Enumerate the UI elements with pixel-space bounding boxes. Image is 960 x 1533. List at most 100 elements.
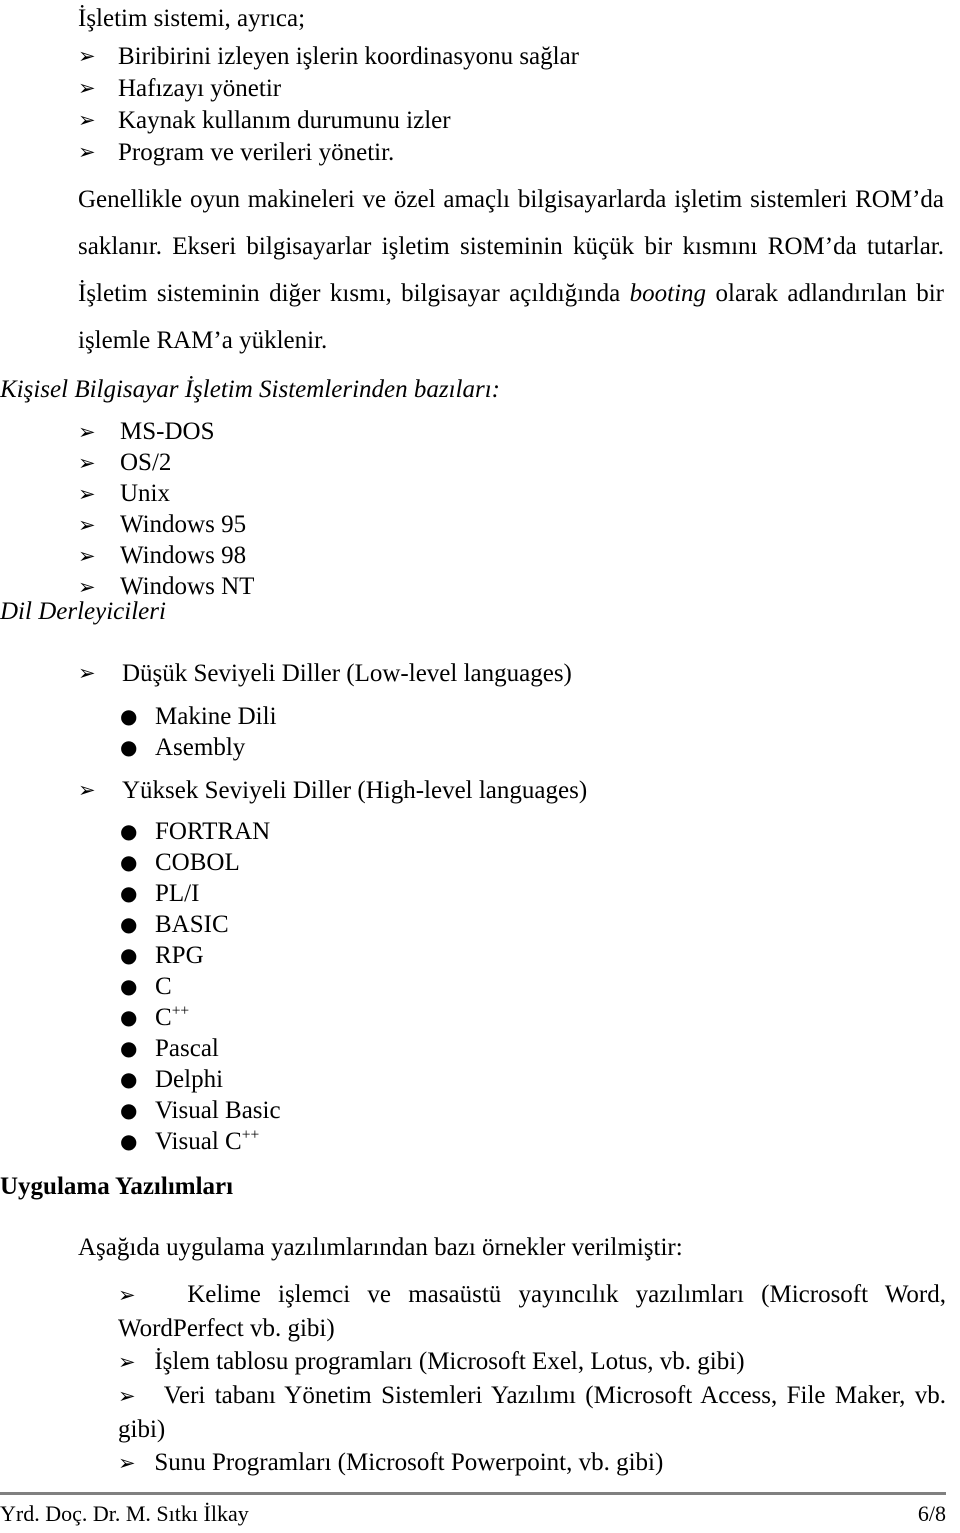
low-level-items: ● Makine Dili ● Asembly [78,701,778,763]
arrow-bullet-icon: ➢ [78,451,96,475]
dot-bullet-icon: ● [120,735,138,759]
arrow-bullet-icon: ➢ [78,108,96,132]
application-software-item: ➢ Kelime işlemci ve masaüstü yayıncılık … [118,1278,946,1345]
arrow-bullet-icon: ➢ [118,1451,136,1475]
high-level-item-label: COBOL [155,849,240,876]
high-level-item: ● Delphi [78,1064,778,1095]
dot-bullet-icon: ● [120,850,138,874]
footer-author: Yrd. Doç. Dr. M. Sıtkı İlkay [0,1501,249,1526]
dot-bullet-icon: ● [120,881,138,905]
application-software-item-label: Veri tabanı Yönetim Sistemleri Yazılımı … [118,1382,946,1443]
dot-bullet-icon: ● [120,912,138,936]
dot-bullet-icon: ● [120,974,138,998]
high-level-item-label: Visual Basic [155,1097,281,1124]
os-name-item-label: OS/2 [120,449,172,476]
high-level-item: ● COBOL [78,847,778,878]
compilers-heading: Dil Derleyicileri [0,598,166,625]
dot-bullet-icon: ● [120,819,138,843]
os-functions-list: ➢ Biribirini izleyen işlerin koordinasyon… [78,41,938,169]
footer-divider [0,1492,946,1495]
os-name-item: ➢ OS/2 [78,448,678,479]
compilers-block: ➢ Düşük Seviyeli Diller (Low-level langu… [78,658,778,1157]
application-software-list: ➢ Kelime işlemci ve masaüstü yayıncılık … [118,1278,946,1480]
high-level-item: ● Visual Basic [78,1095,778,1126]
application-software-item: ➢ İşlem tablosu programları (Microsoft E… [118,1345,946,1379]
application-software-item-label: İşlem tablosu programları (Microsoft Exe… [135,1348,745,1375]
dot-bullet-icon: ● [120,1067,138,1091]
low-level-languages-label: Düşük Seviyeli Diller (Low-level languag… [122,660,572,687]
high-level-item-label: C [155,973,172,1000]
low-level-item-label: Makine Dili [155,703,277,730]
dot-bullet-icon: ● [120,1098,138,1122]
application-software-intro: Aşağıda uygulama yazılımlarından bazı ör… [78,1234,683,1261]
application-software-item: ➢ Veri tabanı Yönetim Sistemleri Yazılım… [118,1379,946,1446]
os-name-item: ➢ MS-DOS [78,417,678,448]
arrow-bullet-icon: ➢ [118,1384,136,1408]
high-level-item: ● FORTRAN [78,816,778,847]
arrow-bullet-icon: ➢ [118,1350,136,1374]
os-storage-paragraph: Genellikle oyun makineleri ve özel amaçl… [78,186,944,354]
arrow-bullet-icon: ➢ [118,1283,136,1307]
high-level-languages-row: ➢ Yüksek Seviyeli Diller (High-level lan… [78,775,778,806]
os-function-item: ➢ Kaynak kullanım durumunu izler [78,105,938,136]
dot-bullet-icon: ● [120,1129,138,1153]
arrow-bullet-icon: ➢ [78,661,96,685]
os-function-item-label: Program ve verileri yönetir. [118,139,395,166]
os-names-list: ➢ MS-DOS ➢ OS/2 ➢ Unix ➢ Windows 95 ➢ Windows 98 ➢… [78,417,678,603]
os-name-item-label: Unix [120,480,170,507]
os-function-item: ➢ Biribirini izleyen işlerin koordinasyon… [78,41,938,72]
arrow-bullet-icon: ➢ [78,140,96,164]
arrow-bullet-icon: ➢ [78,76,96,100]
low-level-languages-row: ➢ Düşük Seviyeli Diller (Low-level langu… [78,658,778,689]
high-level-item: ● C++ [78,1002,778,1033]
high-level-item-label: C++ [155,1002,190,1031]
high-level-items: ● FORTRAN ● COBOL ● PL/I ● BASIC ● RPG ● C ● C++ ● Pasc… [78,816,778,1157]
high-level-item-label: Delphi [155,1066,224,1093]
os-function-item-label: Biribirini izleyen işlerin koordinasyonu… [118,43,580,70]
high-level-item-label: PL/I [155,880,200,907]
low-level-item-label: Asembly [155,734,246,761]
high-level-item: ● BASIC [78,909,778,940]
footer-page-number: 6/8 [917,1501,946,1526]
low-level-item: ● Asembly [78,732,778,763]
os-name-item-label: Windows 98 [120,542,247,569]
os-function-item-label: Hafızayı yönetir [118,75,282,102]
booting-term: booting [629,280,707,307]
high-level-item: ● PL/I [78,878,778,909]
superscript: ++ [241,1126,260,1144]
document-page: İşletim sistemi, ayrıca; ➢ Biribirini izl… [0,0,960,1533]
arrow-bullet-icon: ➢ [78,778,96,802]
superscript: ++ [171,1002,190,1020]
high-level-item: ● C [78,971,778,1002]
arrow-bullet-icon: ➢ [78,544,96,568]
os-name-item-label: MS-DOS [120,418,215,445]
arrow-bullet-icon: ➢ [78,44,96,68]
arrow-bullet-icon: ➢ [78,513,96,537]
application-software-item-label: Kelime işlemci ve masaüstü yayıncılık ya… [118,1281,946,1342]
dot-bullet-icon: ● [120,1036,138,1060]
high-level-languages-label: Yüksek Seviyeli Diller (High-level langu… [122,777,588,804]
low-level-item: ● Makine Dili [78,701,778,732]
os-name-item-label: Windows NT [120,573,255,600]
os-function-item-label: Kaynak kullanım durumunu izler [118,107,451,134]
high-level-item-label: RPG [155,942,204,969]
arrow-bullet-icon: ➢ [78,482,96,506]
high-level-item-label: FORTRAN [155,818,271,845]
dot-bullet-icon: ● [120,704,138,728]
os-function-item: ➢ Program ve verileri yönetir. [78,137,938,168]
os-function-item: ➢ Hafızayı yönetir [78,73,938,104]
os-name-item: ➢ Windows 98 [78,541,678,572]
high-level-item-label: BASIC [155,911,229,938]
high-level-item: ● Pascal [78,1033,778,1064]
high-level-item-label: Pascal [155,1035,219,1062]
high-level-item-label: Visual C++ [155,1126,260,1155]
os-name-item-label: Windows 95 [120,511,247,538]
page-footer: Yrd. Doç. Dr. M. Sıtkı İlkay 6/8 [0,1500,946,1528]
arrow-bullet-icon: ➢ [78,420,96,444]
os-name-item: ➢ Windows NT [78,572,678,603]
personal-computer-os-heading: Kişisel Bilgisayar İşletim Sistemlerinde… [0,376,500,403]
dot-bullet-icon: ● [120,1005,138,1029]
intro-line: İşletim sistemi, ayrıca; [78,5,306,32]
